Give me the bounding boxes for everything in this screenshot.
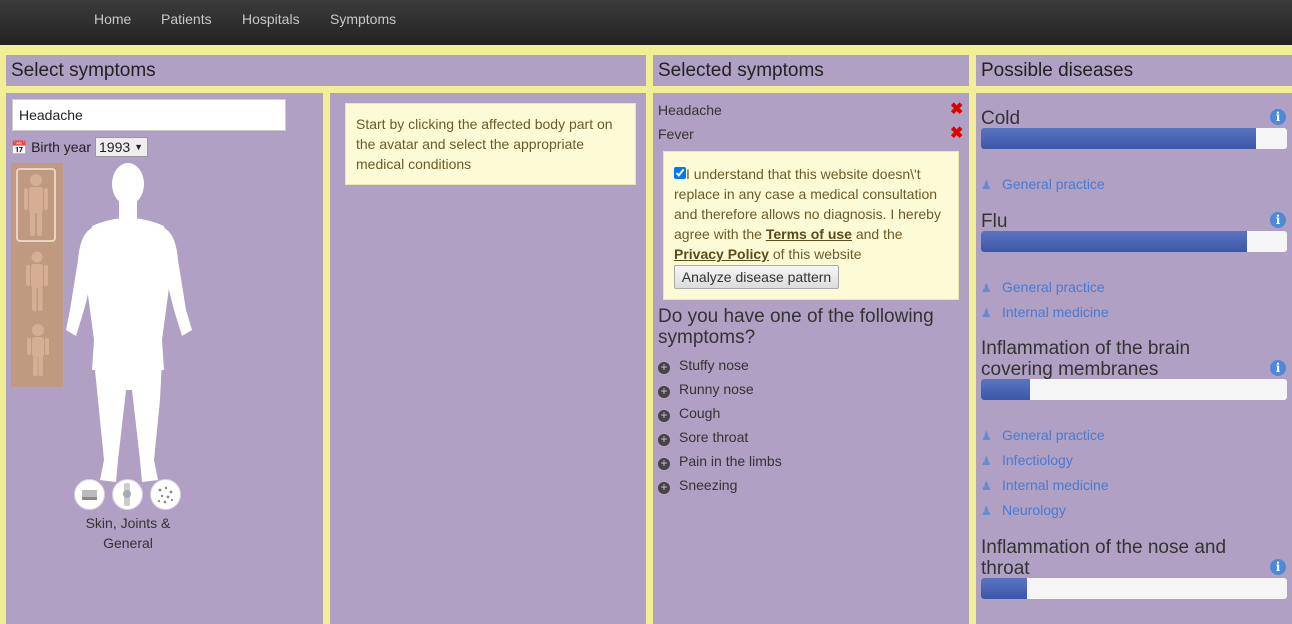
info-icon[interactable]: i — [1270, 109, 1286, 125]
specialist-label: General practice — [1002, 427, 1105, 443]
consent-text-2: and the — [851, 226, 903, 242]
selected-symptom: Fever — [658, 126, 694, 142]
doctor-icon: ♟ — [981, 178, 992, 192]
plus-icon: + — [658, 386, 670, 398]
plus-icon: + — [658, 362, 670, 374]
probability-bar-fill — [981, 128, 1257, 149]
doctor-icon: ♟ — [981, 504, 992, 518]
avatar-type-selector — [11, 163, 63, 387]
selected-symptoms-header: Selected symptoms — [653, 55, 969, 86]
disease-title: Flu — [981, 211, 1008, 232]
avatar-child-option[interactable] — [25, 321, 51, 386]
nav-patients[interactable]: Patients — [161, 11, 212, 27]
suggestion-label: Sneezing — [679, 477, 738, 493]
probability-bar — [981, 231, 1287, 252]
suggested-symptom[interactable]: + Stuffy nose — [658, 357, 749, 374]
hint-note: Start by clicking the affected body part… — [345, 103, 636, 185]
remove-symptom-icon[interactable]: ✖ — [950, 99, 963, 119]
specialist-link[interactable]: ♟ General practice — [981, 176, 1105, 192]
info-icon[interactable]: i — [1270, 360, 1286, 376]
suggested-symptom[interactable]: + Sneezing — [658, 477, 737, 494]
symptom-search-input[interactable] — [12, 99, 286, 131]
disease-title: Cold — [981, 108, 1021, 129]
specialist-link[interactable]: ♟ Internal medicine — [981, 304, 1109, 320]
doctor-icon: ♟ — [981, 281, 992, 295]
suggested-symptom[interactable]: + Runny nose — [658, 381, 754, 398]
general-category-icon[interactable] — [150, 479, 181, 510]
avatar-teen-option[interactable] — [23, 247, 51, 322]
category-label: Skin, Joints & General — [85, 515, 171, 551]
joints-category-icon[interactable] — [112, 479, 143, 510]
probability-bar-fill — [981, 379, 1030, 400]
adult-figure-icon — [24, 174, 48, 236]
hint-text: Start by clicking the affected body part… — [356, 116, 613, 172]
specialist-link[interactable]: ♟ Infectiology — [981, 452, 1073, 468]
nav-symptoms[interactable]: Symptoms — [330, 11, 396, 27]
analyze-button[interactable]: Analyze disease pattern — [674, 265, 839, 289]
child-figure-icon — [27, 324, 49, 376]
probability-bar — [981, 128, 1287, 149]
specialist-link[interactable]: ♟ Neurology — [981, 502, 1066, 518]
disease-title: Inflammation of the nose and throat — [981, 537, 1227, 579]
plus-icon: + — [658, 458, 670, 470]
plus-icon: + — [658, 434, 670, 446]
teen-figure-icon — [26, 251, 48, 311]
disease-title: Inflammation of the brain covering membr… — [981, 338, 1191, 380]
plus-icon: + — [658, 410, 670, 422]
consent-text-3: of this website — [768, 246, 862, 262]
specialist-link[interactable]: ♟ Internal medicine — [981, 477, 1109, 493]
suggestion-label: Runny nose — [679, 381, 754, 397]
probability-bar — [981, 379, 1287, 400]
specialist-label: Infectiology — [1002, 452, 1073, 468]
top-navbar: Home Patients Hospitals Symptoms — [0, 0, 1292, 45]
doctor-icon: ♟ — [981, 479, 992, 493]
question-title: Do you have one of the following symptom… — [658, 306, 934, 348]
avatar-adult-option[interactable] — [16, 168, 56, 242]
suggestion-label: Pain in the limbs — [679, 453, 782, 469]
specialist-label: Neurology — [1002, 502, 1066, 518]
specialist-label: Internal medicine — [1002, 304, 1109, 320]
possible-diseases-header: Possible diseases — [976, 55, 1292, 86]
birth-year-row: 📅 Birth year — [11, 139, 91, 156]
info-icon[interactable]: i — [1270, 212, 1286, 228]
terms-of-use-link[interactable]: Terms of use — [766, 226, 852, 242]
body-avatar[interactable] — [62, 160, 196, 485]
birth-year-value: 1993 — [99, 139, 131, 155]
consent-checkbox[interactable] — [674, 167, 686, 179]
specialist-link[interactable]: ♟ General practice — [981, 279, 1105, 295]
plus-icon: + — [658, 482, 670, 494]
nav-home[interactable]: Home — [94, 11, 131, 27]
doctor-icon: ♟ — [981, 454, 992, 468]
remove-symptom-icon[interactable]: ✖ — [950, 123, 963, 143]
doctor-icon: ♟ — [981, 306, 992, 320]
info-icon[interactable]: i — [1270, 559, 1286, 575]
suggestion-label: Stuffy nose — [679, 357, 749, 373]
doctor-icon: ♟ — [981, 429, 992, 443]
suggestion-label: Cough — [679, 405, 721, 421]
birth-year-label: Birth year — [31, 139, 91, 155]
probability-bar-fill — [981, 231, 1248, 252]
suggested-symptom[interactable]: + Cough — [658, 405, 720, 422]
calendar-icon: 📅 — [11, 140, 28, 155]
suggested-symptom[interactable]: + Sore throat — [658, 429, 748, 446]
selected-symptom: Headache — [658, 102, 722, 118]
specialist-label: Internal medicine — [1002, 477, 1109, 493]
suggested-symptom[interactable]: + Pain in the limbs — [658, 453, 782, 470]
select-symptoms-header: Select symptoms — [6, 55, 646, 86]
skin-category-icon[interactable] — [74, 479, 105, 510]
birth-year-select[interactable]: 1993 ▼ — [95, 137, 148, 157]
specialist-link[interactable]: ♟ General practice — [981, 427, 1105, 443]
dropdown-arrow-icon: ▼ — [134, 142, 143, 152]
privacy-policy-link[interactable]: Privacy Policy — [674, 246, 769, 262]
probability-bar-fill — [981, 578, 1027, 599]
probability-bar — [981, 578, 1287, 599]
specialist-label: General practice — [1002, 279, 1105, 295]
nav-hospitals[interactable]: Hospitals — [242, 11, 300, 27]
specialist-label: General practice — [1002, 176, 1105, 192]
suggestion-label: Sore throat — [679, 429, 749, 445]
